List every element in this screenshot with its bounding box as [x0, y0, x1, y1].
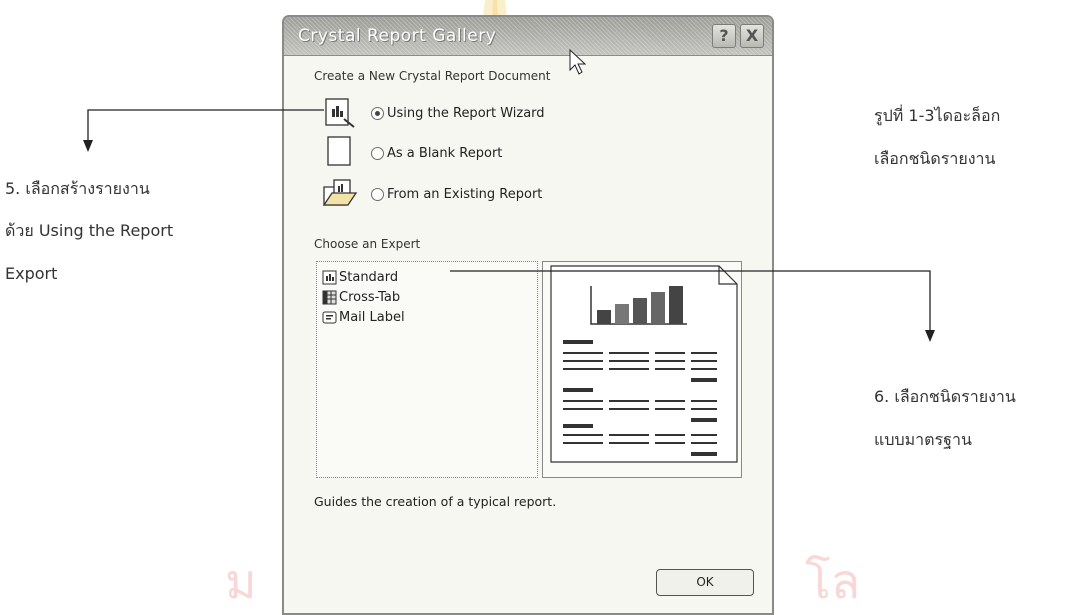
option-existing-report-label: From an Existing Report — [387, 186, 543, 202]
wizard-icon — [325, 98, 355, 128]
mail-label-icon — [322, 311, 337, 323]
title-bar[interactable]: Crystal Report Gallery ? X — [284, 17, 772, 56]
annotation-step6-line1: 6. เลือกชนิดรายงาน — [874, 387, 1016, 406]
annotation-step5-line3: Export — [5, 264, 58, 283]
crystal-report-gallery-dialog: Crystal Report Gallery ? X Create a New … — [282, 15, 774, 615]
expert-section-label: Choose an Expert — [314, 237, 421, 251]
option-blank-report-label: As a Blank Report — [387, 145, 503, 161]
report-preview-pane — [542, 261, 742, 478]
expert-item-cross-tab-label: Cross-Tab — [339, 289, 401, 305]
create-section-label: Create a New Crystal Report Document — [314, 69, 551, 83]
annotation-step5-line1: 5. เลือกสร้างรายงาน — [5, 179, 150, 198]
expert-item-mail-label[interactable]: Mail Label — [322, 308, 405, 326]
radio-existing-report[interactable] — [371, 187, 384, 201]
dialog-title: Crystal Report Gallery — [298, 26, 497, 46]
svg-text:โล: โล — [805, 554, 860, 608]
blank-page-icon — [327, 136, 351, 166]
option-existing-report[interactable]: From an Existing Report — [371, 183, 542, 205]
expert-item-mail-label-label: Mail Label — [339, 309, 405, 325]
expert-list[interactable]: Standard Cross-Tab Mail Label — [316, 261, 538, 478]
standard-report-icon — [322, 270, 337, 284]
figure-caption-line1: รูปที่ 1-3ไดอะล็อก — [874, 106, 1001, 125]
report-preview-image — [550, 265, 738, 463]
option-report-wizard[interactable]: Using the Report Wizard — [371, 102, 545, 124]
option-report-wizard-label: Using the Report Wizard — [387, 105, 545, 121]
open-folder-icon — [322, 179, 358, 206]
figure-caption-line2: เลือกชนิดรายงาน — [874, 149, 996, 168]
annotation-step6-line2: แบบมาตรฐาน — [874, 430, 972, 449]
cross-tab-icon — [322, 290, 337, 304]
annotation-step5-line2: ด้วย Using the Report — [5, 221, 174, 240]
radio-report-wizard[interactable] — [371, 106, 384, 120]
ok-button[interactable]: OK — [656, 569, 754, 596]
arrow-down-icon — [83, 140, 93, 152]
expert-item-cross-tab[interactable]: Cross-Tab — [322, 288, 400, 306]
close-button[interactable]: X — [740, 24, 764, 48]
expert-description: Guides the creation of a typical report. — [314, 494, 557, 509]
arrow-down-icon — [925, 330, 935, 342]
svg-text:ม: ม — [225, 554, 257, 608]
help-button[interactable]: ? — [712, 24, 736, 48]
radio-blank-report[interactable] — [371, 146, 384, 160]
expert-item-standard[interactable]: Standard — [322, 268, 398, 286]
option-blank-report[interactable]: As a Blank Report — [371, 142, 502, 164]
expert-item-standard-label: Standard — [339, 269, 399, 285]
